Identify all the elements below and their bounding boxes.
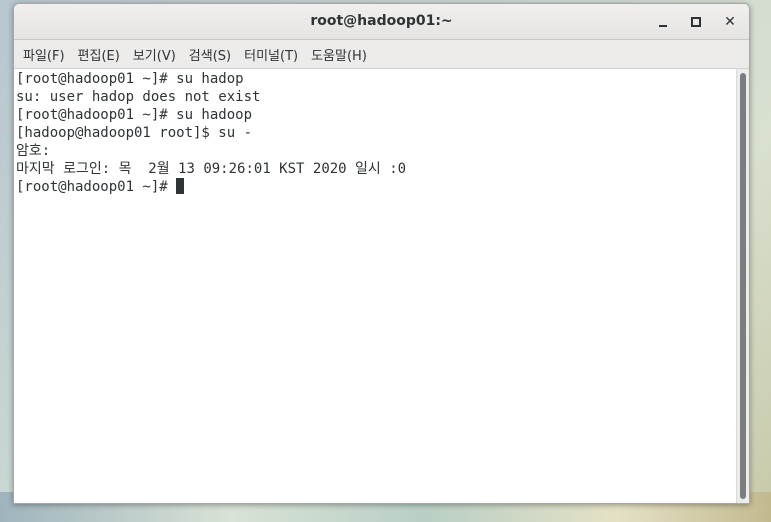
terminal-line: [hadoop@hadoop01 root]$ su -: [16, 125, 253, 141]
maximize-icon: [691, 17, 701, 27]
terminal-line: 마지막 로그인: 목 2월 13 09:26:01 KST 2020 일시 :0: [16, 161, 407, 177]
terminal-window[interactable]: root@hadoop01:~ ✕ 파일(F) 편집(E) 보기(V) 검색(S…: [13, 3, 750, 504]
minimize-button[interactable]: [654, 13, 672, 31]
terminal-output[interactable]: [root@hadoop01 ~]# su hadop su: user had…: [14, 69, 739, 503]
scrollbar-thumb[interactable]: [740, 73, 746, 499]
menu-edit[interactable]: 편집(E): [72, 41, 126, 68]
terminal-line: 암호:: [16, 143, 51, 159]
scrollbar[interactable]: [736, 69, 749, 503]
terminal-line: [root@hadoop01 ~]# su hadop: [16, 71, 244, 87]
maximize-button[interactable]: [687, 13, 705, 31]
menu-file[interactable]: 파일(F): [17, 41, 71, 68]
title-bar[interactable]: root@hadoop01:~ ✕: [14, 4, 749, 40]
terminal-line: su: user hadop does not exist: [16, 89, 261, 105]
menu-terminal[interactable]: 터미널(T): [238, 41, 304, 68]
menu-help[interactable]: 도움말(H): [305, 41, 373, 68]
text-cursor: [176, 178, 185, 194]
menu-search[interactable]: 검색(S): [183, 41, 237, 68]
menu-bar: 파일(F) 편집(E) 보기(V) 검색(S) 터미널(T) 도움말(H): [14, 40, 749, 69]
terminal-prompt-line: [root@hadoop01 ~]#: [16, 178, 739, 196]
terminal-line: [root@hadoop01 ~]# su hadoop: [16, 107, 253, 123]
close-button[interactable]: ✕: [721, 13, 739, 31]
menu-view[interactable]: 보기(V): [127, 41, 182, 68]
window-title: root@hadoop01:~: [310, 13, 453, 29]
close-icon: ✕: [724, 14, 736, 30]
terminal-prompt: [root@hadoop01 ~]#: [16, 179, 177, 195]
minimize-icon: [659, 25, 667, 27]
